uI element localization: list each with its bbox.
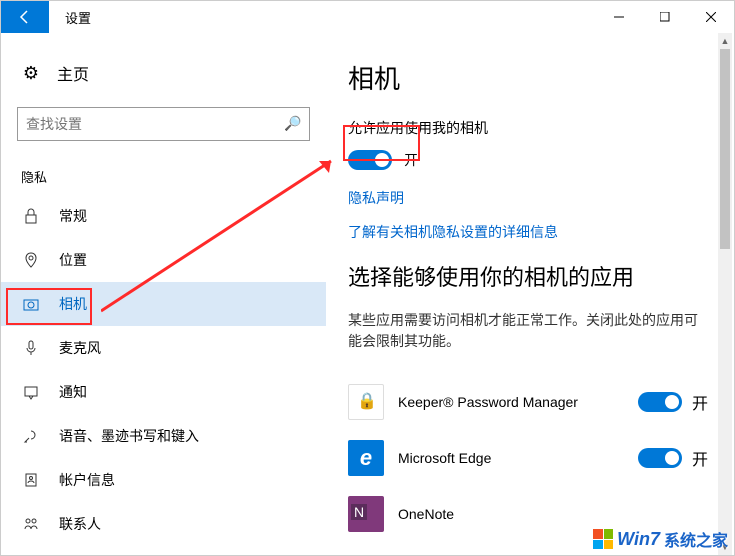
scrollbar[interactable]: ▲ ▼ bbox=[718, 33, 732, 555]
annotation-highlight-toggle bbox=[343, 125, 420, 161]
app-toggle-edge[interactable]: 开 bbox=[638, 446, 708, 470]
scroll-thumb[interactable] bbox=[720, 49, 730, 249]
app-toggle-keeper[interactable]: 开 bbox=[638, 390, 708, 414]
sidebar-item-location[interactable]: 位置 bbox=[1, 238, 326, 282]
close-icon bbox=[706, 12, 716, 22]
home-label: 主页 bbox=[57, 61, 89, 85]
main-panel: 相机 允许应用使用我的相机 开 隐私声明 了解有关相机隐私设置的详细信息 选择能… bbox=[326, 33, 734, 555]
back-button[interactable] bbox=[1, 1, 49, 33]
minimize-button[interactable] bbox=[596, 1, 642, 33]
toggle-switch-icon bbox=[638, 448, 682, 468]
gear-icon bbox=[21, 63, 41, 84]
account-icon bbox=[21, 472, 41, 488]
onenote-app-icon bbox=[348, 496, 384, 532]
sidebar-item-label: 语音、墨迹书写和键入 bbox=[59, 426, 199, 446]
window-controls bbox=[596, 1, 734, 33]
choose-apps-heading: 选择能够使用你的相机的应用 bbox=[348, 260, 718, 292]
toggle-switch-icon bbox=[638, 392, 682, 412]
annotation-highlight-nav bbox=[6, 288, 92, 325]
app-name-label: Keeper® Password Manager bbox=[398, 394, 624, 410]
watermark: Win7 系统之家 bbox=[593, 527, 728, 551]
scroll-track[interactable] bbox=[718, 49, 732, 539]
microphone-icon bbox=[21, 340, 41, 356]
speech-icon bbox=[21, 428, 41, 444]
location-icon bbox=[21, 252, 41, 268]
sidebar-section-title: 隐私 bbox=[1, 157, 326, 194]
notification-icon bbox=[21, 384, 41, 400]
sidebar-item-speech[interactable]: 语音、墨迹书写和键入 bbox=[1, 414, 326, 458]
minimize-icon bbox=[614, 12, 624, 22]
edge-app-icon bbox=[348, 440, 384, 476]
maximize-button[interactable] bbox=[642, 1, 688, 33]
watermark-en: Win7 bbox=[617, 529, 660, 550]
watermark-cn: 系统之家 bbox=[664, 527, 728, 551]
privacy-statement-link[interactable]: 隐私声明 bbox=[348, 188, 718, 208]
maximize-icon bbox=[660, 12, 670, 22]
sidebar-item-account[interactable]: 帐户信息 bbox=[1, 458, 326, 502]
keeper-app-icon bbox=[348, 384, 384, 420]
search-box[interactable] bbox=[17, 107, 310, 141]
sidebar-item-label: 帐户信息 bbox=[59, 470, 115, 490]
sidebar-item-microphone[interactable]: 麦克风 bbox=[1, 326, 326, 370]
lock-icon bbox=[21, 208, 41, 224]
scroll-up-button[interactable]: ▲ bbox=[718, 33, 732, 49]
sidebar-item-label: 位置 bbox=[59, 250, 87, 270]
close-button[interactable] bbox=[688, 1, 734, 33]
sidebar-home[interactable]: 主页 bbox=[1, 49, 326, 97]
sidebar-item-label: 联系人 bbox=[59, 514, 101, 534]
toggle-state-label: 开 bbox=[692, 390, 708, 414]
contacts-icon bbox=[21, 516, 41, 532]
app-name-label: Microsoft Edge bbox=[398, 450, 624, 466]
app-row-keeper: Keeper® Password Manager 开 bbox=[348, 374, 718, 430]
titlebar: 设置 bbox=[1, 1, 734, 33]
page-heading: 相机 bbox=[348, 59, 718, 96]
learn-more-link[interactable]: 了解有关相机隐私设置的详细信息 bbox=[348, 222, 718, 242]
sidebar-item-label: 通知 bbox=[59, 382, 87, 402]
choose-apps-desc: 某些应用需要访问相机才能正常工作。关闭此处的应用可能会限制其功能。 bbox=[348, 310, 718, 352]
sidebar-item-notifications[interactable]: 通知 bbox=[1, 370, 326, 414]
app-name-label: OneNote bbox=[398, 506, 708, 522]
sidebar-item-label: 常规 bbox=[59, 206, 87, 226]
sidebar-item-general[interactable]: 常规 bbox=[1, 194, 326, 238]
search-input[interactable] bbox=[26, 116, 284, 132]
search-icon bbox=[284, 115, 301, 133]
window-title: 设置 bbox=[65, 8, 91, 27]
app-row-edge: Microsoft Edge 开 bbox=[348, 430, 718, 486]
toggle-state-label: 开 bbox=[692, 446, 708, 470]
sidebar-item-contacts[interactable]: 联系人 bbox=[1, 502, 326, 546]
arrow-left-icon bbox=[17, 9, 33, 25]
sidebar-item-label: 麦克风 bbox=[59, 338, 101, 358]
windows-logo-icon bbox=[593, 529, 613, 549]
